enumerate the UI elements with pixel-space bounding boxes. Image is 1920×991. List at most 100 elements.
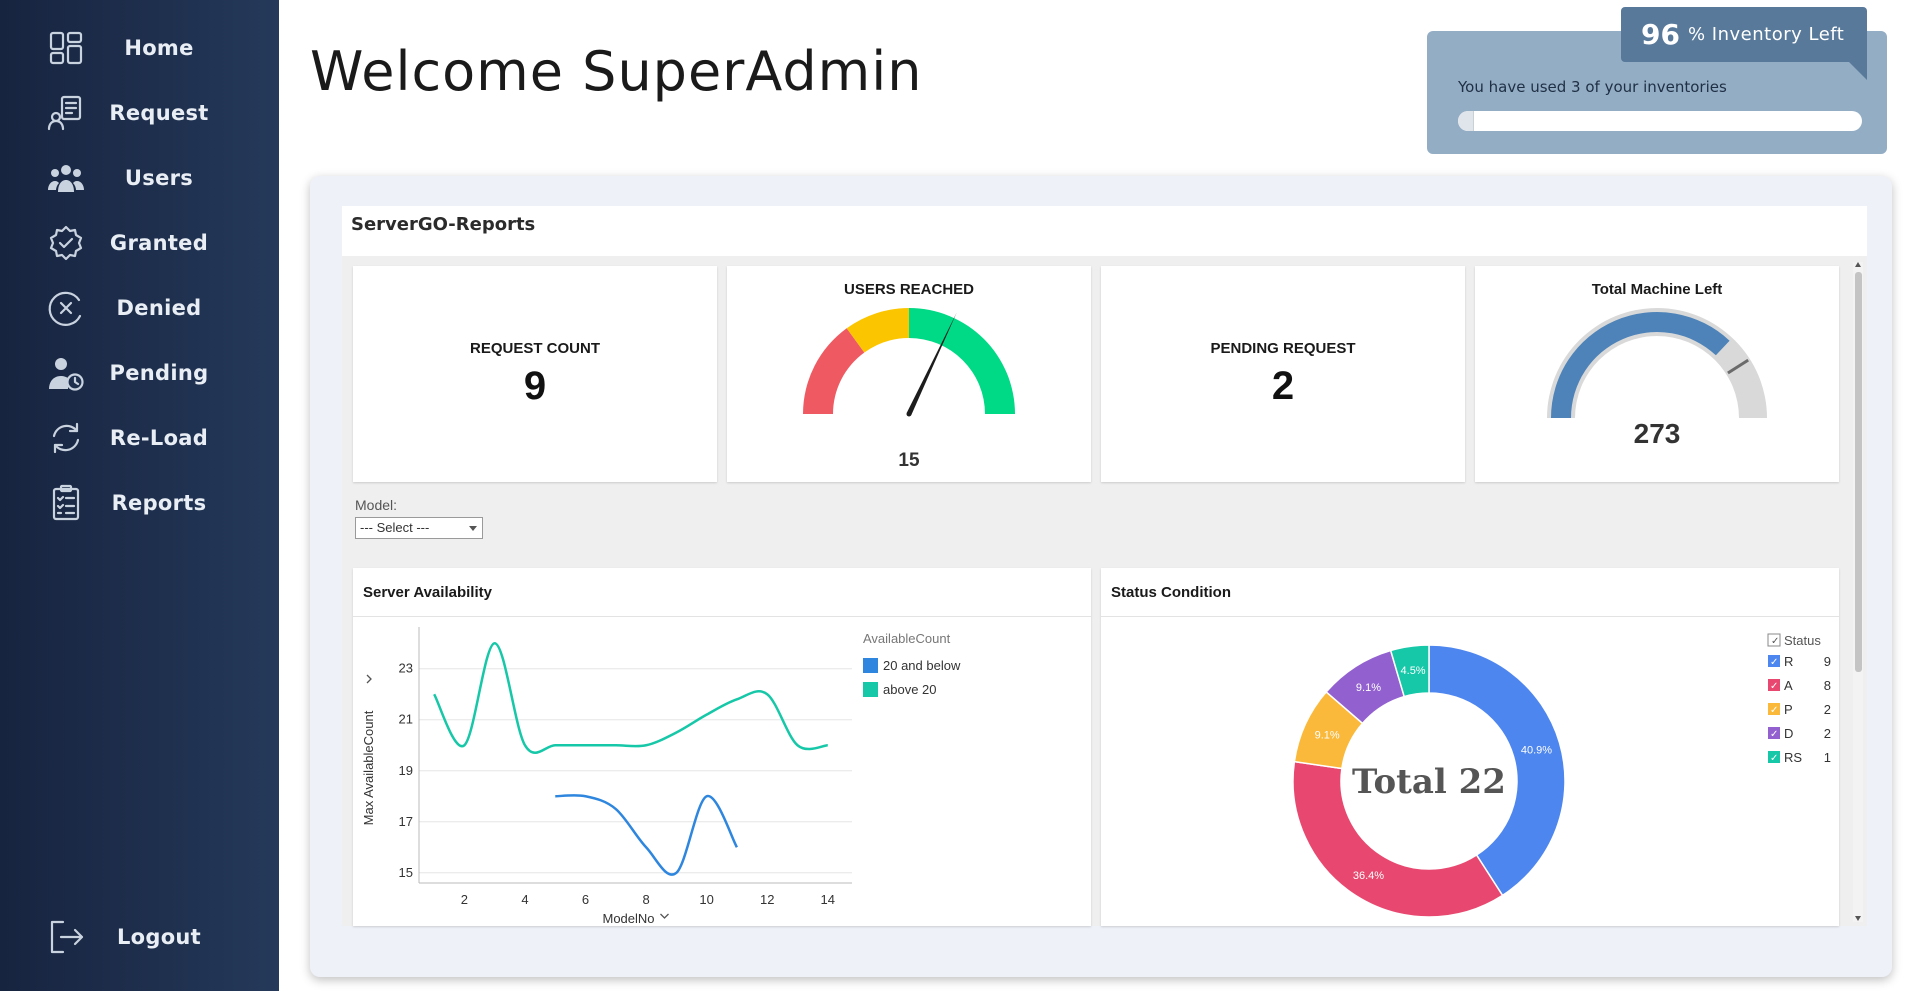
- reports-header: [342, 206, 1867, 256]
- sidebar-item-users[interactable]: Users: [44, 154, 244, 202]
- legend-label: D: [1784, 726, 1793, 741]
- x-axis-label: ModelNo: [602, 911, 654, 926]
- sidebar-item-reload[interactable]: Re-Load: [44, 414, 244, 462]
- model-filter-label: Model:: [355, 497, 398, 513]
- y-tick-label: 19: [399, 763, 413, 778]
- legend-swatch: [863, 682, 878, 697]
- legend-label: R: [1784, 654, 1793, 669]
- x-tick-label: 4: [521, 892, 528, 907]
- gauge-segment: [803, 328, 865, 414]
- logout-label: Logout: [116, 925, 202, 949]
- slice-percent-label: 40.9%: [1521, 744, 1552, 756]
- y-tick-label: 23: [399, 661, 413, 676]
- status-condition-card: Status Condition 40.9% 36.4% 9.1% 9.1% 4.5% T…: [1101, 568, 1839, 926]
- legend-label: A: [1784, 678, 1793, 693]
- sidebar-item-denied[interactable]: Denied: [44, 284, 244, 332]
- server-availability-card: Server Availability 15 17 19 21 23 2 4 6 8 10 12 14…: [353, 568, 1091, 926]
- sidebar-item-label: Denied: [116, 296, 202, 320]
- kpi-card-request-count: REQUEST COUNT 9: [353, 266, 717, 482]
- gauge-needle-hub: [906, 411, 912, 417]
- chevron-down-icon: [366, 674, 372, 684]
- legend-value: 1: [1824, 750, 1831, 765]
- series-line: [433, 641, 828, 754]
- kpi-value: 2: [1271, 364, 1295, 408]
- dashboard-icon: [44, 26, 88, 70]
- user-clock-icon: [44, 351, 88, 395]
- inventory-usage-text: You have used 3 of your inventories: [1458, 78, 1727, 96]
- check-icon: ✓: [1771, 636, 1779, 647]
- kpi-title: REQUEST COUNT: [469, 340, 600, 357]
- check-icon: ✓: [1770, 657, 1778, 668]
- sidebar-item-pending[interactable]: Pending: [44, 349, 244, 397]
- x-tick-label: 2: [461, 892, 468, 907]
- legend-label: 20 and below: [883, 658, 961, 673]
- request-form-icon: [44, 91, 88, 135]
- legend-swatch: [863, 658, 878, 673]
- status-condition-chart: 40.9% 36.4% 9.1% 9.1% 4.5% Total 22 ✓ Status ✓ R 9…: [1292, 633, 1831, 918]
- check-icon: ✓: [1770, 681, 1778, 692]
- legend-label: P: [1784, 702, 1793, 717]
- sidebar-item-label: Home: [124, 36, 194, 60]
- sidebar-item-label: Request: [109, 101, 209, 125]
- slice-percent-label: 9.1%: [1315, 729, 1340, 741]
- legend-value: 2: [1824, 702, 1831, 717]
- x-tick-label: 6: [582, 892, 589, 907]
- kpi-card-pending-request: PENDING REQUEST 2: [1101, 266, 1465, 482]
- slice-percent-label: 36.4%: [1353, 870, 1384, 882]
- reload-icon: [44, 416, 88, 460]
- x-tick-label: 12: [760, 892, 774, 907]
- sidebar-item-label: Reports: [111, 491, 207, 515]
- x-tick-label: 14: [821, 892, 835, 907]
- sidebar-item-reports[interactable]: Reports: [44, 479, 244, 527]
- gauge-fill: [1551, 312, 1730, 418]
- inventory-percent: 96: [1641, 18, 1680, 51]
- reports-title: ServerGO-Reports: [351, 214, 536, 235]
- legend-title: Status: [1784, 633, 1821, 648]
- sidebar-item-label: Re-Load: [109, 426, 209, 450]
- x-tick-label: 8: [642, 892, 649, 907]
- model-select[interactable]: --- Select ---: [355, 517, 483, 539]
- y-tick-label: 21: [399, 712, 413, 727]
- chevron-down-icon: [469, 526, 477, 531]
- slice-percent-label: 9.1%: [1356, 682, 1381, 694]
- sidebar-item-label: Granted: [109, 231, 209, 255]
- legend-title: AvailableCount: [863, 631, 951, 646]
- kpi-card-users-reached: USERS REACHED 15: [727, 266, 1091, 482]
- model-select-value: --- Select ---: [360, 520, 430, 535]
- y-tick-label: 15: [399, 865, 413, 880]
- page-title: Welcome SuperAdmin: [310, 40, 923, 103]
- logout-icon: [44, 915, 88, 959]
- scroll-down-arrow[interactable]: [1855, 916, 1861, 921]
- legend-value: 8: [1824, 678, 1831, 693]
- inventory-badge: 96 % Inventory Left: [1621, 7, 1867, 62]
- legend-label: RS: [1784, 750, 1802, 765]
- legend-value: 9: [1824, 654, 1831, 669]
- chevron-down-icon: [660, 913, 669, 919]
- inventory-progress-bar: [1458, 111, 1862, 131]
- inventory-progress-fill: [1458, 111, 1475, 131]
- reports-scrollbar-thumb[interactable]: [1855, 272, 1862, 672]
- circle-x-icon: [44, 286, 88, 330]
- sidebar-item-home[interactable]: Home: [44, 24, 244, 72]
- kpi-card-total-machine-left: Total Machine Left 273: [1475, 266, 1839, 482]
- clipboard-checklist-icon: [44, 481, 88, 525]
- machine-left-value: 273: [1633, 418, 1681, 449]
- logout-button[interactable]: Logout: [44, 913, 244, 961]
- inventory-badge-text: % Inventory Left: [1687, 24, 1845, 45]
- check-icon: ✓: [1770, 705, 1778, 716]
- donut-center-label: Total 22: [1352, 762, 1506, 802]
- series-line: [555, 794, 739, 876]
- users-reached-value: 15: [898, 450, 920, 471]
- users-group-icon: [44, 156, 88, 200]
- slice-percent-label: 4.5%: [1401, 665, 1426, 677]
- sidebar: Home Request Users Granted Denied Pendin…: [0, 0, 279, 991]
- gauge-segment: [909, 308, 1015, 414]
- sidebar-item-label: Pending: [109, 361, 209, 385]
- sidebar-item-granted[interactable]: Granted: [44, 219, 244, 267]
- legend-label: above 20: [883, 682, 937, 697]
- verified-badge-icon: [44, 221, 88, 265]
- scroll-up-arrow[interactable]: [1855, 262, 1861, 267]
- sidebar-item-label: Users: [124, 166, 194, 190]
- x-tick-label: 10: [699, 892, 713, 907]
- sidebar-item-request[interactable]: Request: [44, 89, 244, 137]
